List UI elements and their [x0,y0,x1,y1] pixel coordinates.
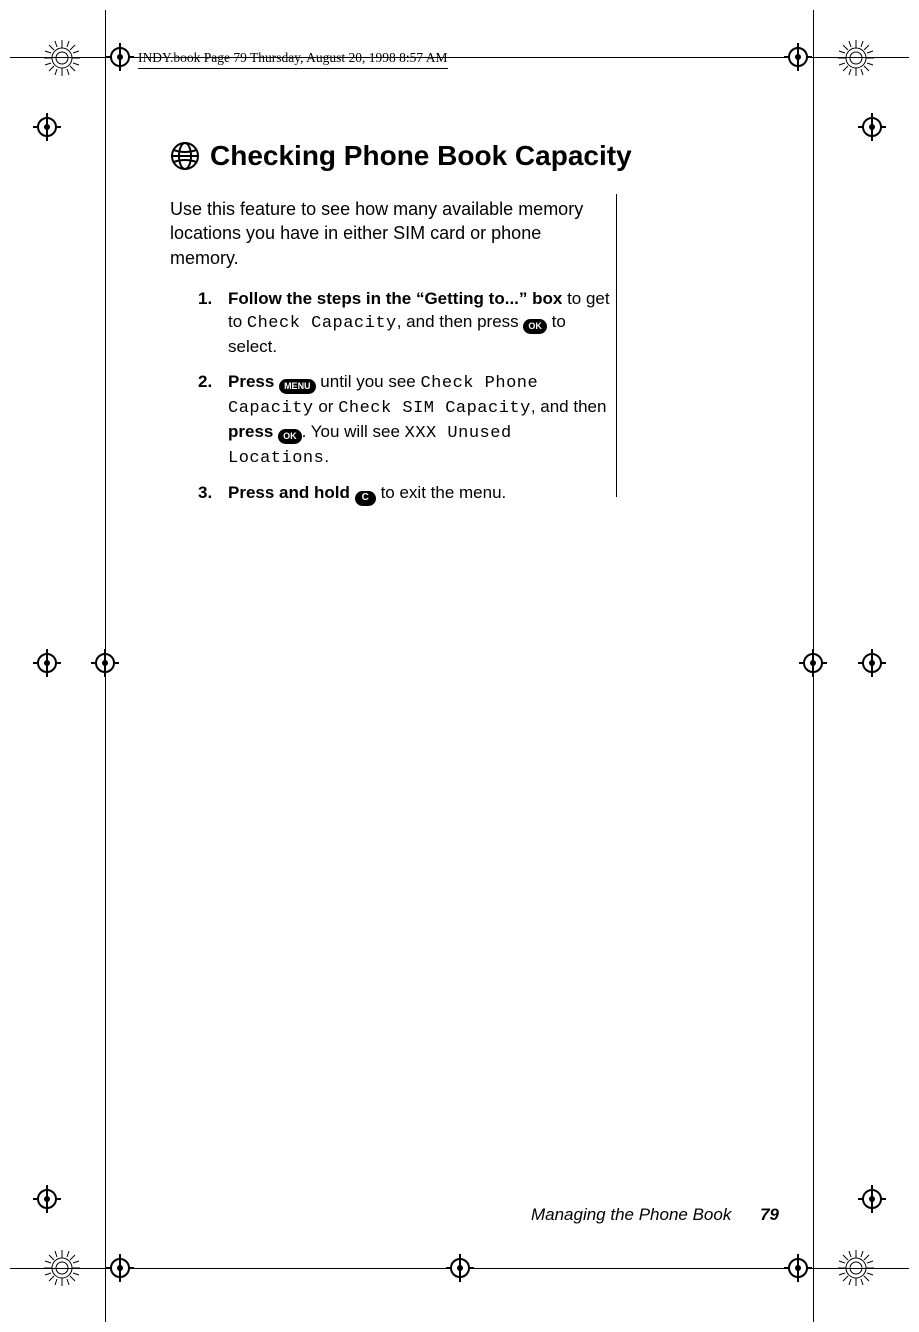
reg-mark-right-mid [858,649,886,677]
reg-mark-right-upper [858,113,886,141]
page-content: Checking Phone Book Capacity Use this fe… [170,140,770,518]
corner-ornament-bottom-right [836,1248,876,1288]
ok-key-icon: OK [278,429,302,444]
step-number: 2. [198,371,212,394]
page-number: 79 [760,1205,779,1224]
step-2-lcd-2: Check SIM Capacity [338,399,531,418]
menu-key-icon: MENU [279,379,316,394]
step-2-text-1: until you see [316,372,421,391]
intro-paragraph: Use this feature to see how many availab… [170,197,600,270]
step-2-text-3: , and then [531,397,607,416]
step-2-text-5: . [324,447,329,466]
corner-ornament-top-right [836,38,876,78]
steps-list: 1. Follow the steps in the “Getting to..… [198,288,618,506]
page-title: Checking Phone Book Capacity [210,140,632,172]
reg-mark-inner-left-mid [91,649,119,677]
ok-key-icon: OK [523,319,547,334]
page-footer: Managing the Phone Book 79 [0,1205,919,1225]
reg-mark-top-left [106,43,134,71]
step-2-lead: Press [228,372,274,391]
step-1-text-2: , and then press [397,312,524,331]
heading-row: Checking Phone Book Capacity [170,140,770,172]
reg-mark-left-mid [33,649,61,677]
reg-mark-bottom-left [106,1254,134,1282]
column-rule [616,194,617,497]
footer-section-title: Managing the Phone Book [531,1205,731,1224]
running-header: INDY.book Page 79 Thursday, August 20, 1… [138,50,448,69]
step-2-text-4: . You will see [302,422,405,441]
reg-mark-bottom-center [446,1254,474,1282]
step-1-lcd-1: Check Capacity [247,314,397,333]
reg-mark-bottom-right [784,1254,812,1282]
step-2: 2. Press MENU until you see Check Phone … [198,371,618,471]
step-1: 1. Follow the steps in the “Getting to..… [198,288,618,359]
step-3: 3. Press and hold C to exit the menu. [198,482,618,506]
c-key-icon: C [355,491,376,506]
step-1-lead: Follow the steps in the “Getting to...” … [228,289,562,308]
reg-mark-inner-right-mid [799,649,827,677]
step-2-press: press [228,422,273,441]
corner-ornament-top-left [42,38,82,78]
step-number: 3. [198,482,212,505]
step-number: 1. [198,288,212,311]
step-3-text-1: to exit the menu. [376,483,506,502]
globe-icon [170,141,200,171]
reg-mark-left-upper [33,113,61,141]
step-3-lead: Press and hold [228,483,350,502]
corner-ornament-bottom-left [42,1248,82,1288]
step-2-text-2: or [314,397,339,416]
reg-mark-top-right [784,43,812,71]
